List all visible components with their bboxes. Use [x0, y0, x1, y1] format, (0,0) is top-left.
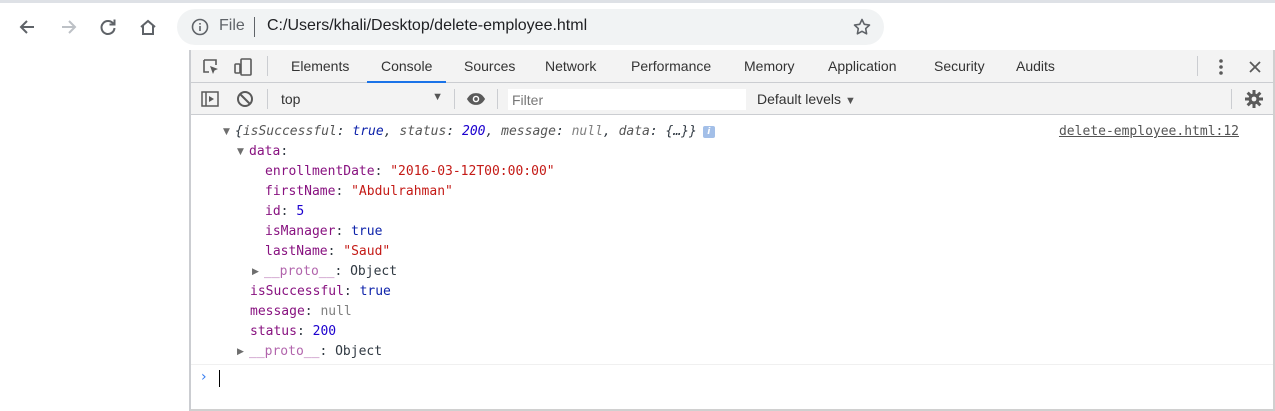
tab-network[interactable]: Network [545, 50, 596, 83]
console-settings-button[interactable] [1244, 89, 1264, 109]
live-expression-button[interactable] [466, 89, 486, 109]
expanded-triangle-icon[interactable]: ▼ [237, 142, 249, 162]
tree-row: id: 5 [265, 204, 305, 219]
tree-row: isSuccessful: true [250, 284, 391, 299]
back-arrow-icon [19, 20, 34, 34]
tree-row-data[interactable]: ▼ data: [237, 142, 288, 162]
console-toolbar: top ▼ Default levels▼ [191, 83, 1273, 115]
devtools-panel: Elements Console Sources Network Perform… [190, 50, 1275, 411]
home-icon [140, 19, 156, 35]
device-mobile-icon [234, 58, 252, 76]
log-summary-row[interactable]: ▼ {isSuccessful: true, status: 200, messa… [223, 122, 715, 142]
console-prompt[interactable]: › [191, 364, 1273, 392]
tree-row: isManager: true [265, 224, 383, 239]
execution-context-select[interactable]: top ▼ [275, 89, 443, 110]
tree-row-proto[interactable]: ▶ __proto__: Object [237, 342, 382, 362]
tab-application[interactable]: Application [828, 50, 897, 83]
info-icon[interactable] [191, 18, 209, 36]
collapsed-triangle-icon[interactable]: ▶ [252, 262, 264, 282]
address-separator [254, 17, 255, 37]
tree-row: status: 200 [250, 324, 337, 339]
clear-console-icon [237, 91, 253, 107]
clear-console-button[interactable] [235, 89, 255, 109]
reload-icon [100, 19, 116, 35]
back-button[interactable] [13, 13, 43, 41]
tab-security[interactable]: Security [934, 50, 985, 83]
context-label: top [281, 91, 301, 107]
eye-icon [466, 93, 486, 105]
tab-audits[interactable]: Audits [1016, 50, 1055, 83]
sidebar-toggle-icon [201, 91, 219, 107]
dropdown-caret-icon: ▼ [845, 95, 856, 107]
inspect-element-button[interactable] [200, 56, 222, 78]
gear-icon [1245, 90, 1263, 108]
tab-console[interactable]: Console [367, 50, 447, 83]
toolbar-divider [1197, 56, 1198, 76]
page-content [0, 50, 190, 411]
info-badge-icon[interactable]: i [702, 126, 715, 138]
tab-elements[interactable]: Elements [291, 50, 349, 83]
source-link[interactable]: delete-employee.html:12 [1059, 122, 1239, 142]
show-sidebar-button[interactable] [200, 89, 220, 109]
device-toolbar-button[interactable] [232, 56, 254, 78]
toolbar-divider [267, 89, 268, 109]
log-levels-select[interactable]: Default levels ▼ [757, 91, 856, 107]
toolbar-divider [497, 89, 498, 109]
collapsed-triangle-icon[interactable]: ▶ [237, 342, 249, 362]
tree-row: firstName: "Abdulrahman" [265, 184, 453, 199]
text-cursor [219, 370, 220, 387]
customize-menu-button[interactable] [1210, 56, 1232, 78]
url-text[interactable]: C:/Users/khali/Desktop/delete-employee.h… [267, 17, 587, 35]
tree-row: lastName: "Saud" [265, 244, 391, 259]
toolbar-divider [1231, 89, 1232, 109]
close-icon [1249, 61, 1261, 73]
kebab-menu-icon [1219, 59, 1223, 75]
forward-button[interactable] [53, 13, 83, 41]
expanded-triangle-icon[interactable]: ▼ [223, 122, 235, 142]
browser-toolbar: File C:/Users/khali/Desktop/delete-emplo… [0, 0, 1275, 50]
tab-memory[interactable]: Memory [744, 50, 795, 83]
star-icon[interactable] [852, 17, 872, 37]
tree-row-proto[interactable]: ▶ __proto__: Object [252, 262, 397, 282]
tab-sources[interactable]: Sources [464, 50, 515, 83]
tree-row: enrollmentDate: "2016-03-12T00:00:00" [265, 164, 555, 179]
inspect-cursor-icon [203, 59, 218, 74]
devtools-tabbar: Elements Console Sources Network Perform… [191, 50, 1273, 83]
home-button[interactable] [133, 13, 163, 41]
address-bar[interactable]: File C:/Users/khali/Desktop/delete-emplo… [177, 9, 884, 45]
tree-row: message: null [250, 304, 352, 319]
forward-arrow-icon [62, 20, 77, 34]
toolbar-divider [454, 89, 455, 109]
tab-performance[interactable]: Performance [631, 50, 711, 83]
scheme-label: File [219, 17, 245, 34]
close-devtools-button[interactable] [1244, 56, 1266, 78]
filter-input[interactable] [507, 88, 747, 111]
log-levels-label: Default levels [757, 91, 842, 107]
prompt-chevron-icon: › [201, 369, 207, 385]
reload-button[interactable] [93, 13, 123, 41]
toolbar-divider [267, 56, 268, 76]
dropdown-caret-icon: ▼ [432, 91, 443, 103]
console-output: ▼ {isSuccessful: true, status: 200, messa… [191, 116, 1273, 406]
